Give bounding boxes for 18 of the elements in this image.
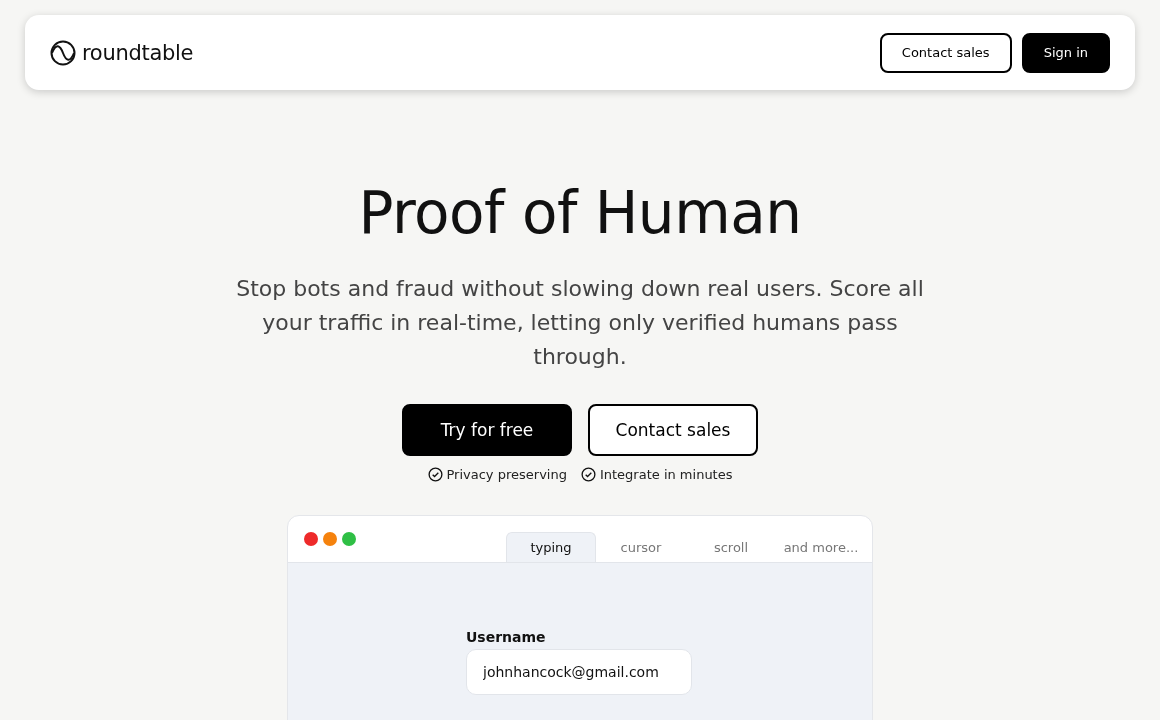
hero-subtitle: Stop bots and fraud without slowing down real users. Score all your traffic in real-time, letting only verified humans pass through.: [235, 275, 925, 371]
feature-label: Privacy preserving: [446, 467, 567, 482]
demo-tab[interactable]: and more...: [776, 532, 866, 562]
check-circle-icon: [580, 467, 596, 482]
logo-icon: [50, 39, 76, 66]
username-field[interactable]: johnhancock@gmail.com: [466, 649, 692, 695]
field-label: Username: [466, 629, 546, 645]
contact-sales-button[interactable]: Contact sales: [588, 404, 758, 456]
check-circle-icon: [427, 467, 443, 482]
hero-title: Proof of Human: [358, 178, 802, 248]
demo-tab[interactable]: typing: [506, 532, 596, 562]
demo-tab[interactable]: cursor: [596, 532, 686, 562]
try-free-button[interactable]: Try for free: [402, 404, 572, 456]
brand-name: roundtable: [82, 40, 194, 65]
demo-tab[interactable]: scroll: [686, 532, 776, 562]
sign-in-button[interactable]: Sign in: [1021, 32, 1110, 73]
feature-label: Integrate in minutes: [599, 467, 733, 482]
contact-sales-button[interactable]: Contact sales: [879, 32, 1012, 73]
